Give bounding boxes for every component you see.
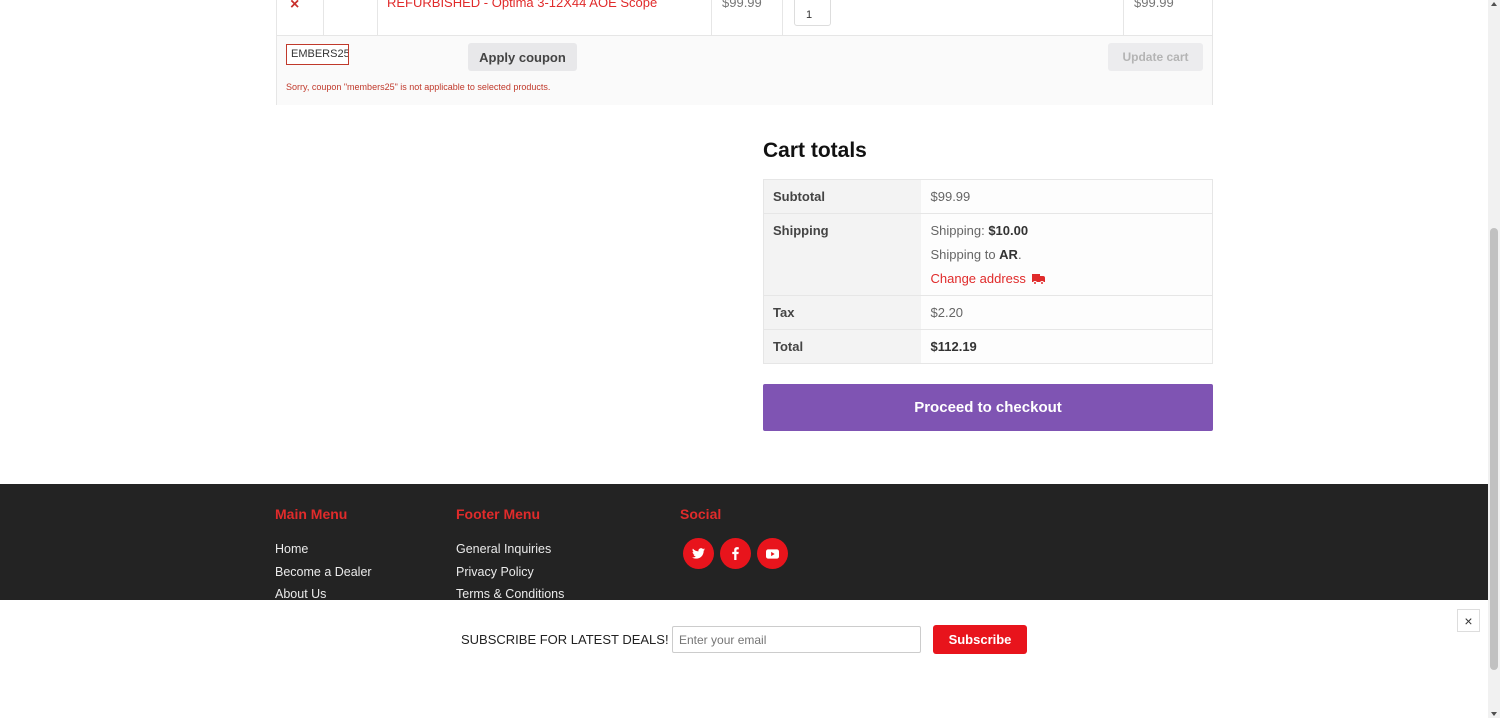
shipping-to-prefix: Shipping to <box>930 247 1000 262</box>
total-label: Total <box>763 329 921 364</box>
main-menu-heading: Main Menu <box>275 506 348 522</box>
apply-coupon-button[interactable]: Apply coupon <box>468 43 577 71</box>
tax-value: $2.20 <box>920 295 1213 330</box>
column-divider <box>711 0 712 36</box>
subscribe-email-input[interactable] <box>672 626 921 653</box>
quantity-input[interactable]: 1 <box>794 0 831 26</box>
subscribe-button[interactable]: Subscribe <box>933 625 1027 654</box>
shipping-amount: $10.00 <box>988 223 1029 238</box>
twitter-icon[interactable] <box>683 538 714 569</box>
page-scrollbar[interactable] <box>1488 0 1500 718</box>
social-heading: Social <box>680 506 722 522</box>
footer-link-privacy-policy[interactable]: Privacy Policy <box>456 565 534 579</box>
column-divider <box>323 0 324 36</box>
coupon-code-input[interactable]: EMBERS25 <box>286 44 349 65</box>
update-cart-button[interactable]: Update cart <box>1108 43 1203 71</box>
product-price: $99.99 <box>722 0 762 10</box>
tax-label: Tax <box>763 295 921 330</box>
scrollbar-thumb[interactable] <box>1490 228 1498 670</box>
shipping-amount-line: Shipping: $10.00 <box>931 223 1203 238</box>
scroll-down-arrow-icon[interactable] <box>1491 712 1497 716</box>
subtotal-value: $99.99 <box>920 179 1213 214</box>
proceed-to-checkout-button[interactable]: Proceed to checkout <box>763 384 1213 431</box>
shipping-to-suffix: . <box>1017 247 1022 262</box>
column-divider <box>377 0 378 36</box>
facebook-icon[interactable] <box>720 538 751 569</box>
total-row: Total $112.19 <box>763 329 1213 364</box>
total-value: $112.19 <box>920 329 1213 364</box>
shipping-destination-line: Shipping to AR. <box>931 247 1203 262</box>
change-address-label[interactable]: Change address <box>931 271 1026 286</box>
footer-link-become-dealer[interactable]: Become a Dealer <box>275 565 372 579</box>
youtube-icon[interactable] <box>757 538 788 569</box>
change-address-link[interactable]: Change address <box>931 271 1045 286</box>
close-icon[interactable]: × <box>1457 609 1480 632</box>
truck-icon[interactable] <box>1031 273 1045 285</box>
cart-totals-title: Cart totals <box>763 139 867 162</box>
shipping-details: Shipping: $10.00 Shipping to AR. Change … <box>920 213 1213 296</box>
footer-link-home[interactable]: Home <box>275 542 308 556</box>
shipping-label: Shipping <box>763 213 921 296</box>
remove-item-icon[interactable]: × <box>290 0 299 14</box>
line-subtotal: $99.99 <box>1134 0 1174 10</box>
subtotal-label: Subtotal <box>763 179 921 214</box>
subscribe-bar: SUBSCRIBE FOR LATEST DEALS! Subscribe × <box>0 600 1488 718</box>
cart-totals-table: Subtotal $99.99 Shipping Shipping: $10.0… <box>763 179 1213 364</box>
subtotal-row: Subtotal $99.99 <box>763 179 1213 214</box>
cart-table: × REFURBISHED - Optima 3-12X44 AOE Scope… <box>276 0 1213 105</box>
cart-actions: EMBERS25 Apply coupon Sorry, coupon "mem… <box>277 36 1212 105</box>
column-divider <box>782 0 783 36</box>
shipping-region: AR <box>999 247 1018 262</box>
tax-row: Tax $2.20 <box>763 295 1213 330</box>
footer-link-about-us[interactable]: About Us <box>275 587 326 601</box>
footer-link-terms[interactable]: Terms & Conditions <box>456 587 564 601</box>
shipping-row: Shipping Shipping: $10.00 Shipping to AR… <box>763 213 1213 296</box>
footer-link-general-inquiries[interactable]: General Inquiries <box>456 542 551 556</box>
subscribe-prompt: SUBSCRIBE FOR LATEST DEALS! <box>461 632 669 647</box>
cart-item-row: × REFURBISHED - Optima 3-12X44 AOE Scope… <box>277 0 1212 36</box>
scroll-up-arrow-icon[interactable] <box>1491 2 1497 6</box>
product-thumbnail[interactable] <box>335 0 357 4</box>
column-divider <box>1123 0 1124 36</box>
coupon-error-message: Sorry, coupon "members25" is not applica… <box>286 82 551 92</box>
footer-menu-heading: Footer Menu <box>456 506 540 522</box>
product-name-link[interactable]: REFURBISHED - Optima 3-12X44 AOE Scope <box>387 0 657 10</box>
shipping-prefix: Shipping: <box>930 223 989 238</box>
